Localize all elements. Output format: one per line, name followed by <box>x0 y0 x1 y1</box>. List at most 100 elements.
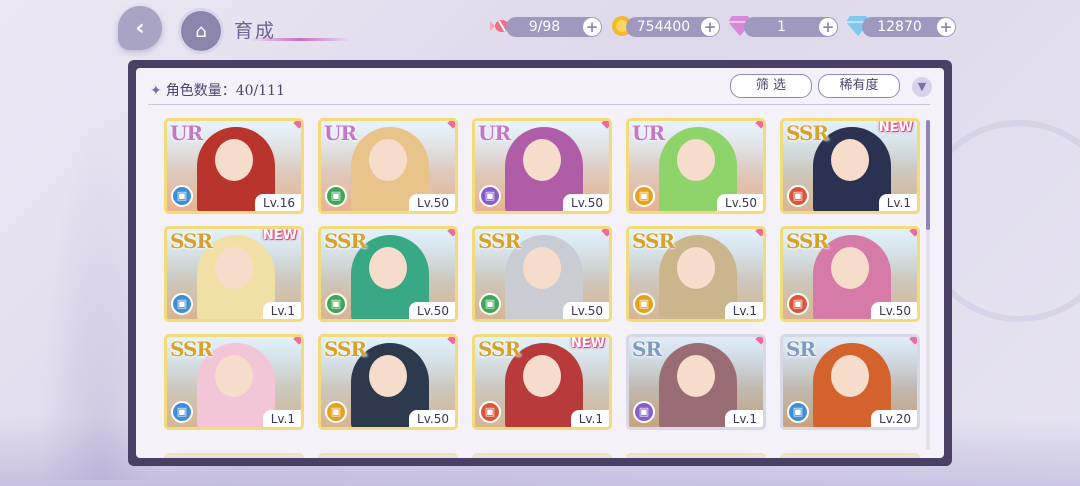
level-label: Lv.50 <box>563 194 609 211</box>
chevron-down-icon[interactable]: ▼ <box>912 77 932 97</box>
rarity-badge: SSR <box>478 229 521 253</box>
title-decoration <box>250 38 350 41</box>
element-blue-icon: ▣ <box>787 401 809 423</box>
filter-button[interactable]: 筛 选 <box>730 74 812 98</box>
character-card-partial[interactable] <box>318 453 458 458</box>
coin-add-button[interactable]: + <box>701 18 719 36</box>
rarity-badge: SSR <box>786 229 829 253</box>
character-face <box>523 139 561 181</box>
level-label: Lv.20 <box>871 410 917 427</box>
level-label: Lv.1 <box>262 302 301 319</box>
rarity-badge: UR <box>324 121 357 145</box>
back-button[interactable]: ‹ <box>118 6 162 50</box>
character-card-partial[interactable] <box>472 453 612 458</box>
element-green-icon: ▣ <box>479 293 501 315</box>
character-card-partial[interactable] <box>626 453 766 458</box>
element-green-icon: ▣ <box>325 293 347 315</box>
level-label: Lv.1 <box>878 194 917 211</box>
character-face <box>677 355 715 397</box>
rarity-badge: SSR <box>632 229 675 253</box>
blue-gem-counter: 12870 + <box>862 17 956 37</box>
character-count: ✦ 角色数量：40/111 <box>150 80 285 100</box>
level-label: Lv.1 <box>262 410 301 427</box>
character-face <box>215 247 253 289</box>
element-red-icon: ▣ <box>787 185 809 207</box>
character-card[interactable]: UR ▣ Lv.50 <box>626 118 766 214</box>
coin-counter: 754400 + <box>626 17 720 37</box>
rarity-sort-button[interactable]: 稀有度 <box>818 74 900 98</box>
character-card[interactable]: SSR ▣ Lv.1 NEW <box>164 226 304 322</box>
level-label: Lv.1 <box>570 410 609 427</box>
blue-gem-add-button[interactable]: + <box>937 18 955 36</box>
element-yellow-icon: ▣ <box>325 401 347 423</box>
rarity-badge: SSR <box>170 337 213 361</box>
character-face <box>523 355 561 397</box>
candy-counter: 9/98 + <box>506 17 602 37</box>
character-grid: UR ▣ Lv.16 UR ▣ Lv.50 UR ▣ Lv.50 UR ▣ Lv.50 SSR ▣ Lv.1… <box>164 118 924 458</box>
character-face <box>369 355 407 397</box>
character-card[interactable]: SSR ▣ Lv.50 <box>472 226 612 322</box>
home-button[interactable]: ⌂ <box>178 8 224 54</box>
character-card[interactable]: UR ▣ Lv.50 <box>472 118 612 214</box>
rarity-badge: UR <box>478 121 511 145</box>
element-blue-icon: ▣ <box>171 293 193 315</box>
candy-add-button[interactable]: + <box>583 18 601 36</box>
pink-gem-counter: 1 + <box>744 17 838 37</box>
next-row-peek <box>164 453 924 458</box>
level-label: Lv.50 <box>871 302 917 319</box>
character-card[interactable]: SSR ▣ Lv.50 <box>780 226 920 322</box>
level-label: Lv.50 <box>409 194 455 211</box>
coin-value: 754400 <box>636 19 691 35</box>
new-badge: NEW <box>570 336 605 351</box>
element-red-icon: ▣ <box>787 293 809 315</box>
level-label: Lv.50 <box>409 410 455 427</box>
back-arrow-icon: ‹ <box>135 15 145 41</box>
character-face <box>523 247 561 289</box>
character-card[interactable]: SR ▣ Lv.1 <box>626 334 766 430</box>
rarity-badge: SSR <box>478 337 521 361</box>
element-yellow-icon: ▣ <box>633 185 655 207</box>
element-red-icon: ▣ <box>479 401 501 423</box>
character-face <box>369 247 407 289</box>
element-blue-icon: ▣ <box>171 401 193 423</box>
candy-value: 9/98 <box>528 19 561 35</box>
level-label: Lv.16 <box>255 194 301 211</box>
rarity-badge: SSR <box>170 229 213 253</box>
rarity-badge: SSR <box>786 121 829 145</box>
blue-gem-value: 12870 <box>877 19 922 35</box>
pink-gem-add-button[interactable]: + <box>819 18 837 36</box>
character-count-text: 角色数量：40/111 <box>165 83 285 99</box>
element-blue-icon: ▣ <box>171 185 193 207</box>
character-card-partial[interactable] <box>164 453 304 458</box>
character-card[interactable]: UR ▣ Lv.16 <box>164 118 304 214</box>
rarity-badge: UR <box>632 121 665 145</box>
scrollbar-thumb[interactable] <box>926 120 930 230</box>
character-face <box>831 139 869 181</box>
castle-icon: ⌂ <box>195 20 207 42</box>
rarity-badge: SSR <box>324 229 367 253</box>
character-face <box>831 247 869 289</box>
element-green-icon: ▣ <box>325 185 347 207</box>
rarity-badge: UR <box>170 121 203 145</box>
rarity-badge: SSR <box>324 337 367 361</box>
header-divider <box>148 104 930 105</box>
character-card[interactable]: SSR ▣ Lv.50 <box>318 334 458 430</box>
pink-gem-value: 1 <box>777 19 786 35</box>
character-card-partial[interactable] <box>780 453 920 458</box>
character-face <box>677 139 715 181</box>
character-card[interactable]: SSR ▣ Lv.50 <box>318 226 458 322</box>
character-panel: ✦ 角色数量：40/111 筛 选 稀有度 ▼ UR ▣ Lv.16 UR ▣ Lv.50 U… <box>136 68 944 458</box>
character-card[interactable]: SR ▣ Lv.20 <box>780 334 920 430</box>
new-badge: NEW <box>878 120 913 135</box>
sparkle-icon: ✦ <box>150 83 162 99</box>
character-card[interactable]: SSR ▣ Lv.1 <box>626 226 766 322</box>
level-label: Lv.1 <box>724 410 763 427</box>
character-card[interactable]: UR ▣ Lv.50 <box>318 118 458 214</box>
character-face <box>215 139 253 181</box>
character-card[interactable]: SSR ▣ Lv.1 NEW <box>780 118 920 214</box>
character-card[interactable]: SSR ▣ Lv.1 NEW <box>472 334 612 430</box>
character-face <box>831 355 869 397</box>
character-face <box>369 139 407 181</box>
character-card[interactable]: SSR ▣ Lv.1 <box>164 334 304 430</box>
level-label: Lv.1 <box>724 302 763 319</box>
